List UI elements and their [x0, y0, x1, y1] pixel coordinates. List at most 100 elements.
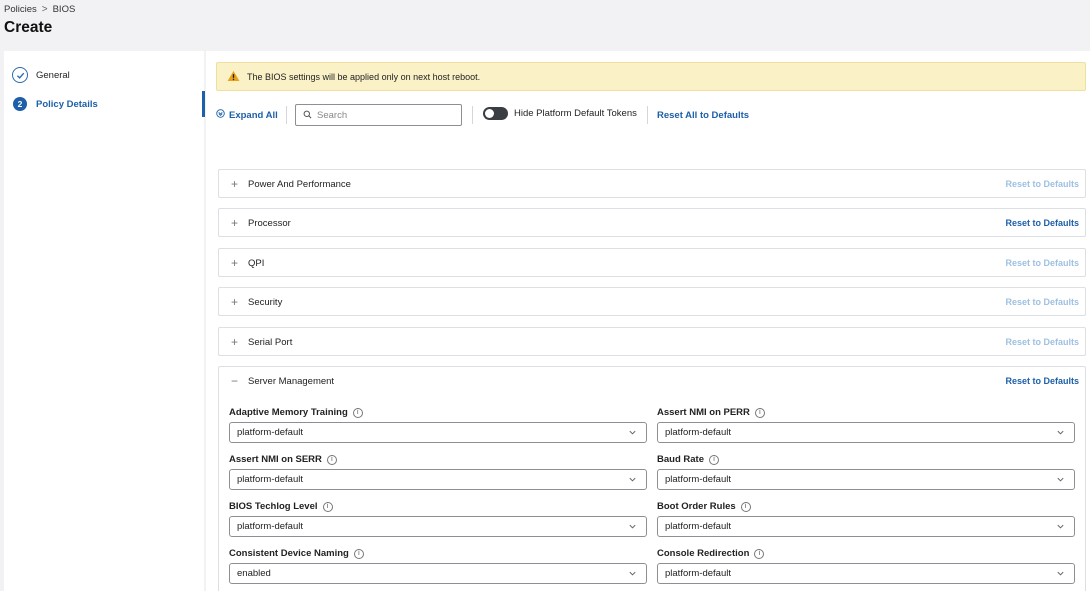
hide-platform-default-toggle[interactable] — [483, 107, 508, 120]
breadcrumb-bios: BIOS — [52, 4, 76, 15]
section-processor: + Processor Reset to Defaults — [218, 208, 1086, 237]
step-policy-details-label: Policy Details — [36, 98, 98, 110]
chevron-down-icon — [1056, 428, 1065, 440]
toolbar-divider — [286, 106, 287, 124]
expand-all-button[interactable]: Expand All — [216, 109, 278, 121]
section-title: Power And Performance — [248, 178, 351, 190]
section-reset-button[interactable]: Reset to Defaults — [1005, 218, 1079, 228]
section-reset-button[interactable]: Reset to Defaults — [1005, 337, 1079, 347]
field-label-text: Baud Rate — [657, 454, 704, 465]
wizard-sidebar: General 2 Policy Details — [4, 51, 205, 591]
chevron-down-icon — [628, 522, 637, 534]
step-number-badge: 2 — [13, 97, 27, 111]
section-reset-button[interactable]: Reset to Defaults — [1005, 297, 1079, 307]
plus-icon: + — [231, 335, 239, 349]
console-redirection-select[interactable]: platform-default — [657, 563, 1075, 584]
section-header[interactable]: − Server Management — [219, 367, 1085, 395]
section-header[interactable]: + Processor — [219, 209, 1085, 237]
toolbar-divider — [647, 106, 648, 124]
main-panel: The BIOS settings will be applied only o… — [206, 51, 1090, 591]
section-header[interactable]: + Serial Port — [219, 328, 1085, 356]
assert-nmi-on-serr-select[interactable]: platform-default — [229, 469, 647, 490]
chevron-down-icon — [628, 569, 637, 581]
info-icon[interactable]: i — [754, 407, 765, 418]
toolbar-divider — [472, 106, 473, 124]
chevron-down-icon — [1056, 522, 1065, 534]
toolbar: Expand All Hide Platform Default Tokens … — [216, 104, 1086, 126]
section-header[interactable]: + QPI — [219, 249, 1085, 277]
warning-icon — [227, 70, 240, 84]
field-label: Adaptive Memory Training i — [229, 407, 363, 418]
select-value: enabled — [237, 568, 271, 579]
info-icon[interactable]: i — [754, 548, 765, 559]
step-policy-details[interactable]: 2 Policy Details — [12, 97, 98, 111]
minus-icon: − — [231, 374, 239, 388]
section-title: Serial Port — [248, 336, 293, 348]
field-label-text: Boot Order Rules — [657, 501, 736, 512]
select-value: platform-default — [237, 521, 304, 532]
field-label-text: Console Redirection — [657, 548, 750, 559]
select-value: platform-default — [665, 474, 732, 485]
select-value: platform-default — [665, 427, 732, 438]
section-reset-button[interactable]: Reset to Defaults — [1005, 179, 1079, 189]
breadcrumb-separator: > — [41, 4, 48, 15]
assert-nmi-on-perr-select[interactable]: platform-default — [657, 422, 1075, 443]
section-title: Processor — [248, 217, 291, 229]
field-label: Assert NMI on PERR i — [657, 407, 765, 418]
field-label: Boot Order Rules i — [657, 501, 751, 512]
page-header: Policies > BIOS Create — [0, 0, 1090, 50]
expand-all-label: Expand All — [229, 109, 278, 121]
select-value: platform-default — [237, 427, 304, 438]
info-icon[interactable]: i — [353, 548, 364, 559]
adaptive-memory-training-select[interactable]: platform-default — [229, 422, 647, 443]
consistent-device-naming-select[interactable]: enabled — [229, 563, 647, 584]
field-label: Consistent Device Naming i — [229, 548, 364, 559]
info-icon[interactable]: i — [322, 501, 333, 512]
chevron-down-icon — [628, 428, 637, 440]
section-title: Server Management — [248, 375, 335, 387]
field-label-text: Consistent Device Naming — [229, 548, 349, 559]
field-label-text: Adaptive Memory Training — [229, 407, 348, 418]
breadcrumb-policies[interactable]: Policies — [4, 4, 37, 15]
section-reset-button[interactable]: Reset to Defaults — [1005, 376, 1079, 386]
field-label-text: Assert NMI on SERR — [229, 454, 322, 465]
breadcrumb: Policies > BIOS — [4, 4, 75, 15]
plus-icon: + — [231, 216, 239, 230]
plus-icon: + — [231, 295, 239, 309]
section-serial-port: + Serial Port Reset to Defaults — [218, 327, 1086, 356]
info-icon[interactable]: i — [740, 501, 751, 512]
search-box[interactable] — [295, 104, 462, 126]
check-icon — [12, 67, 28, 83]
info-icon[interactable]: i — [326, 454, 337, 465]
field-label-text: Assert NMI on PERR — [657, 407, 750, 418]
plus-icon: + — [231, 177, 239, 191]
chevron-down-icon — [1056, 475, 1065, 487]
bios-techlog-level-select[interactable]: platform-default — [229, 516, 647, 537]
search-input[interactable] — [317, 109, 457, 121]
toggle-label: Hide Platform Default Tokens — [514, 108, 637, 119]
info-icon[interactable]: i — [352, 407, 363, 418]
step-general[interactable]: General — [12, 67, 70, 83]
section-header[interactable]: + Power And Performance — [219, 170, 1085, 198]
section-power-and-performance: + Power And Performance Reset to Default… — [218, 169, 1086, 198]
baud-rate-select[interactable]: platform-default — [657, 469, 1075, 490]
info-icon[interactable]: i — [708, 454, 719, 465]
section-reset-button[interactable]: Reset to Defaults — [1005, 258, 1079, 268]
chevron-down-icon — [1056, 569, 1065, 581]
reset-all-button[interactable]: Reset All to Defaults — [657, 110, 749, 121]
plus-icon: + — [231, 256, 239, 270]
section-header[interactable]: + Security — [219, 288, 1085, 316]
section-qpi: + QPI Reset to Defaults — [218, 248, 1086, 277]
active-step-indicator — [202, 91, 205, 117]
section-security: + Security Reset to Defaults — [218, 287, 1086, 316]
boot-order-rules-select[interactable]: platform-default — [657, 516, 1075, 537]
section-title: Security — [248, 296, 283, 308]
section-server-management: − Server Management Reset to Defaults Ad… — [218, 366, 1086, 591]
chevron-down-icon — [628, 475, 637, 487]
field-label: Assert NMI on SERR i — [229, 454, 337, 465]
select-value: platform-default — [665, 521, 732, 532]
select-value: platform-default — [237, 474, 304, 485]
field-label-text: BIOS Techlog Level — [229, 501, 318, 512]
page-title: Create — [4, 19, 53, 36]
section-title: QPI — [248, 257, 265, 269]
